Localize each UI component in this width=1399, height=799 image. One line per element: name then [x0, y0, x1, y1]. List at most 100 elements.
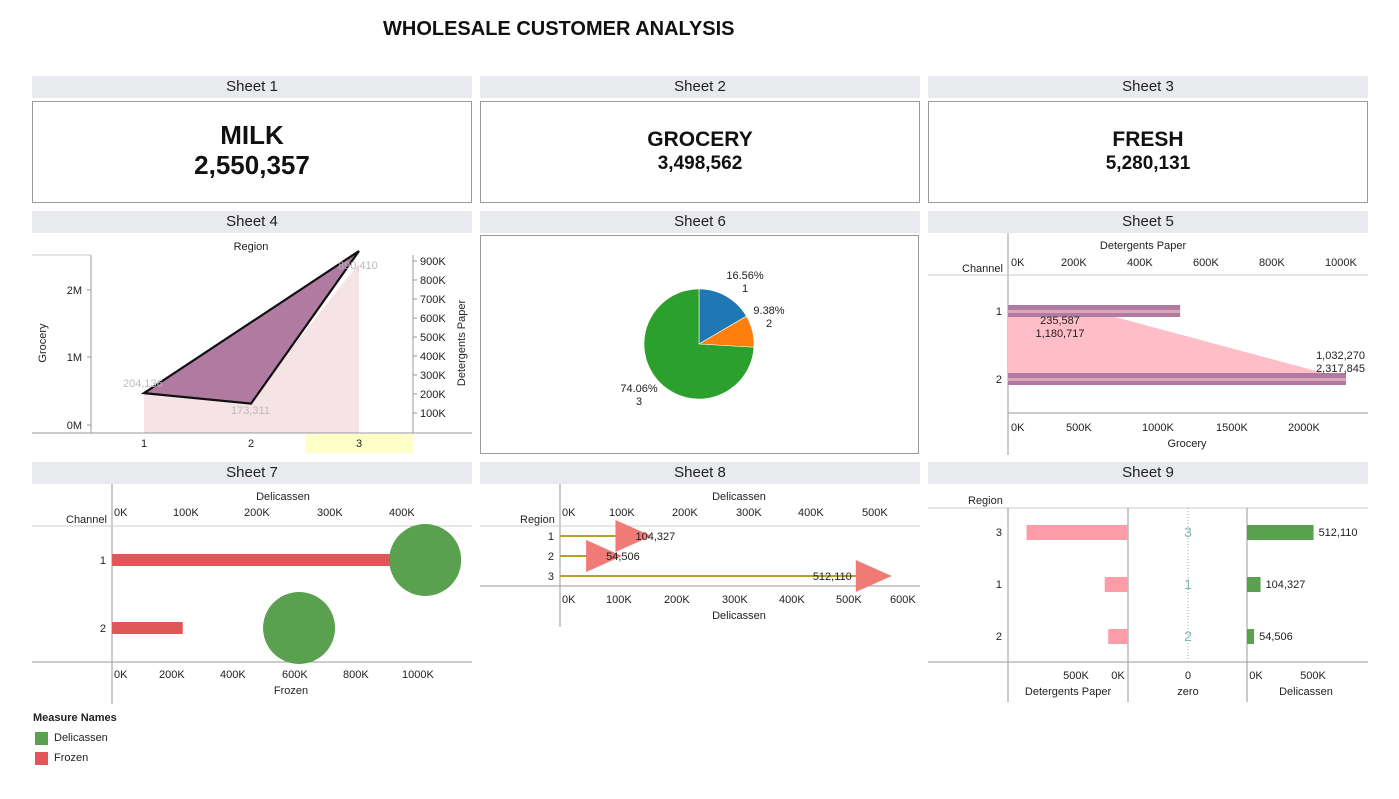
y2-tick-label: 100K [420, 408, 446, 420]
x-bottom-axis-label: Grocery [1167, 438, 1207, 450]
y-axis-label: Region [520, 514, 555, 526]
kpi-fresh: FRESH 5,280,131 [928, 101, 1368, 203]
x-bottom-tick-label: 300K [722, 594, 748, 606]
x-bottom-tick-label: 600K [282, 669, 308, 681]
value-label: 54,506 [606, 551, 640, 563]
legend-item-delicassen[interactable]: Delicassen [33, 728, 117, 748]
x-top-tick-label: 100K [173, 507, 199, 519]
category-label: 1 [548, 531, 554, 543]
x-tick-label: 3 [356, 438, 362, 450]
dashboard-title: WHOLESALE CUSTOMER ANALYSIS [383, 18, 735, 40]
x-top-tick-label: 0K [1011, 257, 1025, 269]
category-label: 1 [100, 555, 106, 567]
sheet-4-chart: Region 0M 1M 2M Grocery 100K 200K 300K 400K 500K 6… [32, 241, 472, 453]
legend-swatch-delicassen [35, 731, 48, 745]
value-label: 890,410 [338, 260, 378, 272]
x-tick-label: 0K [1111, 670, 1125, 682]
kpi-fresh-value: 5,280,131 [1105, 153, 1191, 174]
y2-tick-label: 300K [420, 370, 446, 382]
slice-percent-label: 16.56% [726, 270, 764, 282]
kpi-grocery-name: GROCERY [647, 128, 753, 151]
x-tick-label: 1 [141, 438, 147, 450]
y-tick-label: 1M [67, 352, 82, 364]
sheet-7-chart: Delicassen Channel 0K 100K 200K 300K 400K 1 2 0K 2… [32, 484, 472, 704]
detergents-bar [1026, 525, 1128, 540]
value-label: 104,327 [635, 531, 675, 543]
y-axis-label: Channel [66, 514, 107, 526]
value-label: 512,110 [813, 571, 852, 583]
category-label: 2 [996, 374, 1002, 386]
y-axis-label: Grocery [37, 323, 49, 363]
x-tick-label: 500K [1300, 670, 1326, 682]
x-bottom-tick-label: 1000K [402, 669, 434, 681]
category-label: 2 [996, 631, 1002, 643]
x-top-tick-label: 100K [609, 507, 635, 519]
value-label: 204,136 [123, 378, 163, 390]
sheet-8-chart: Delicassen Region 0K 100K 200K 300K 400K 500K 1 1… [480, 484, 920, 627]
y2-tick-label: 400K [420, 351, 446, 363]
lollipop-triangle [855, 560, 892, 592]
delicassen-circle [389, 524, 462, 596]
y-axis-label: Region [968, 495, 1003, 507]
x-top-tick-label: 0K [114, 507, 128, 519]
x-top-tick-label: 200K [244, 507, 270, 519]
x-bottom-tick-label: 600K [890, 594, 916, 606]
legend-label-delicassen: Delicassen [54, 732, 108, 744]
x-tick-label: 0K [1249, 670, 1263, 682]
x-top-tick-label: 1000K [1325, 257, 1357, 269]
y2-axis-label: Detergents Paper [456, 300, 468, 387]
legend-label-frozen: Frozen [54, 752, 89, 764]
x-top-tick-label: 500K [862, 507, 888, 519]
zero-pane-label: 2 [1184, 628, 1192, 644]
slice-percent-label: 9.38% [753, 305, 784, 317]
value-label: 1,032,270 [1316, 350, 1365, 362]
x-bottom-tick-label: 400K [220, 669, 246, 681]
detergents-bar [1104, 577, 1128, 592]
sheet-5-header: Sheet 5 [928, 211, 1368, 233]
legend-title: Measure Names [33, 712, 117, 724]
kpi-milk: MILK 2,550,357 [32, 101, 472, 203]
legend: Measure Names Delicassen Frozen [33, 712, 117, 768]
category-label: 2 [100, 623, 106, 635]
kpi-grocery-value: 3,498,562 [657, 153, 743, 174]
sheet-4-header: Sheet 4 [32, 211, 472, 233]
sheet-6-chart: 16.56%1 9.38%2 74.06%3 [480, 235, 919, 454]
legend-item-frozen[interactable]: Frozen [33, 748, 117, 768]
zero-pane-label: 1 [1184, 576, 1192, 592]
sheet-5-chart: Detergents Paper Channel 0K 200K 400K 600K 800… [928, 233, 1368, 455]
kpi-grocery: GROCERY 3,498,562 [480, 101, 920, 203]
x-bottom-tick-label: 200K [159, 669, 185, 681]
legend-swatch-frozen [35, 751, 48, 765]
value-label: 235,587 [1040, 315, 1080, 327]
x-top-axis-label: Delicassen [712, 491, 766, 503]
sheet-1-header: Sheet 1 [32, 76, 472, 98]
x-top-tick-label: 800K [1259, 257, 1285, 269]
y-tick-label: 0M [67, 420, 82, 432]
value-label: 104,327 [1266, 579, 1306, 591]
x-axis-label-left: Detergents Paper [1025, 686, 1112, 698]
slice-category-label: 1 [742, 283, 748, 295]
kpi-milk-value: 2,550,357 [194, 150, 310, 180]
y2-tick-label: 600K [420, 313, 446, 325]
delicassen-bar [1247, 629, 1255, 644]
x-top-tick-label: 200K [1061, 257, 1087, 269]
detergents-bar [1108, 629, 1128, 644]
y-tick-label: 2M [67, 285, 82, 297]
sheet-8-header: Sheet 8 [480, 462, 920, 484]
y2-tick-label: 900K [420, 256, 446, 268]
slice-category-label: 2 [766, 318, 772, 330]
y-axis-label: Channel [962, 263, 1003, 275]
x-bottom-axis-label: Delicassen [712, 610, 766, 622]
frozen-bar [112, 554, 399, 566]
x-top-tick-label: 400K [1127, 257, 1153, 269]
x-axis-label-right: Delicassen [1279, 686, 1333, 698]
delicassen-circle [263, 592, 336, 664]
value-label: 1,180,717 [1036, 328, 1085, 340]
detergents-bar [1008, 310, 1181, 313]
x-axis-label-mid: zero [1177, 686, 1198, 698]
x-bottom-tick-label: 0K [562, 594, 576, 606]
sheet-3-header: Sheet 3 [928, 76, 1368, 98]
x-bottom-tick-label: 1500K [1216, 422, 1248, 434]
value-label: 173,311 [231, 405, 270, 417]
sheet-2-header: Sheet 2 [480, 76, 920, 98]
